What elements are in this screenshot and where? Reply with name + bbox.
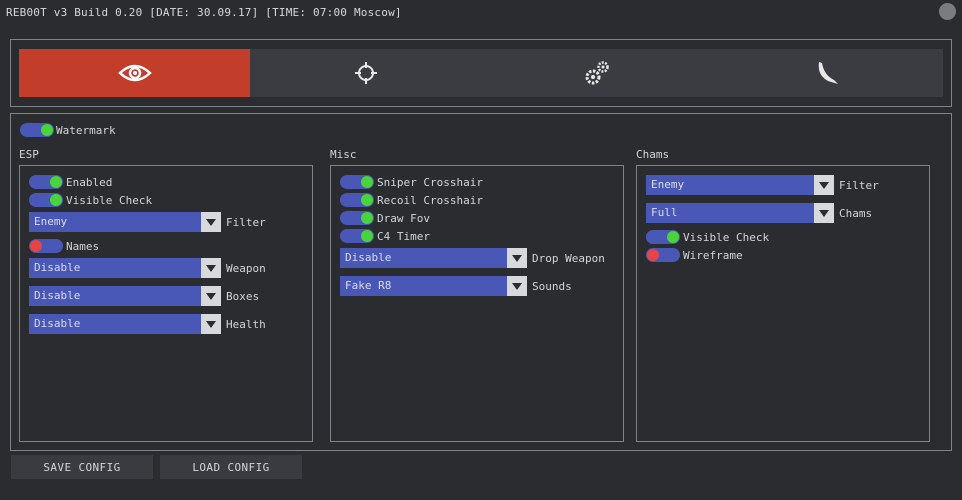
crosshair-icon [354,62,377,84]
sniper-crosshair-label: Sniper Crosshair [377,176,483,189]
esp-filter-select[interactable]: Enemy [29,212,221,232]
wireframe-label: Wireframe [683,249,743,262]
tab-visuals[interactable] [19,49,250,97]
tab-aim[interactable] [250,49,481,97]
esp-names-label: Names [66,240,100,253]
chams-title: Chams [636,148,670,161]
esp-weapon-label: Weapon [226,262,266,275]
esp-weapon-value: Disable [34,261,81,274]
chevron-down-icon [201,314,221,334]
drop-weapon-label: Drop Weapon [532,252,605,265]
esp-health-label: Health [226,318,266,331]
esp-group: Enabled Visible Check Enemy Filter Names… [19,165,313,442]
esp-visible-check-toggle[interactable] [29,193,63,207]
esp-title: ESP [19,148,39,161]
tab-bar [10,39,952,107]
esp-weapon-select[interactable]: Disable [29,258,221,278]
chams-filter-label: Filter [839,179,879,192]
esp-health-select[interactable]: Disable [29,314,221,334]
chams-mode-value: Full [651,206,678,219]
chevron-down-icon [507,276,527,296]
chams-visible-check-label: Visible Check [683,231,770,244]
esp-visible-check-label: Visible Check [66,194,153,207]
tab-settings[interactable] [481,49,712,97]
esp-filter-label: Filter [226,216,266,229]
esp-boxes-select[interactable]: Disable [29,286,221,306]
esp-health-value: Disable [34,317,81,330]
c4-timer-label: C4 Timer [377,230,430,243]
save-config-button[interactable]: SAVE CONFIG [11,455,153,479]
draw-fov-toggle[interactable] [340,211,374,225]
drop-weapon-select[interactable]: Disable [340,248,527,268]
recoil-crosshair-toggle[interactable] [340,193,374,207]
chams-group: Enemy Filter Full Chams Visible Check Wi… [636,165,930,442]
misc-group: Sniper Crosshair Recoil Crosshair Draw F… [330,165,624,442]
esp-filter-value: Enemy [34,215,68,228]
chevron-down-icon [814,175,834,195]
esp-names-toggle[interactable] [29,239,63,253]
chevron-down-icon [507,248,527,268]
chams-filter-select[interactable]: Enemy [646,175,834,195]
chams-mode-label: Chams [839,207,873,220]
draw-fov-label: Draw Fov [377,212,430,225]
tab-skins[interactable] [712,49,943,97]
chams-mode-select[interactable]: Full [646,203,834,223]
chams-filter-value: Enemy [651,178,685,191]
wireframe-toggle[interactable] [646,248,680,262]
watermark-toggle[interactable] [20,123,54,137]
chevron-down-icon [201,212,221,232]
chams-visible-check-toggle[interactable] [646,230,680,244]
main-panel: Watermark ESP Enabled Visible Check Enem… [10,113,952,451]
esp-enabled-toggle[interactable] [29,175,63,189]
gears-icon [585,61,609,85]
chevron-down-icon [814,203,834,223]
watermark-label: Watermark [56,124,116,137]
chevron-down-icon [201,258,221,278]
knife-icon [818,62,838,84]
esp-enabled-label: Enabled [66,176,113,189]
sounds-value: Fake R8 [345,279,392,292]
esp-boxes-label: Boxes [226,290,260,303]
chevron-down-icon [201,286,221,306]
sniper-crosshair-toggle[interactable] [340,175,374,189]
drop-weapon-value: Disable [345,251,392,264]
window-title: REB00T v3 Build 0.20 [DATE: 30.09.17] [T… [6,6,402,19]
c4-timer-toggle[interactable] [340,229,374,243]
close-button[interactable] [939,3,956,20]
eye-icon [117,64,152,82]
sounds-select[interactable]: Fake R8 [340,276,527,296]
esp-boxes-value: Disable [34,289,81,302]
recoil-crosshair-label: Recoil Crosshair [377,194,483,207]
misc-title: Misc [330,148,357,161]
sounds-label: Sounds [532,280,572,293]
load-config-button[interactable]: LOAD CONFIG [160,455,302,479]
